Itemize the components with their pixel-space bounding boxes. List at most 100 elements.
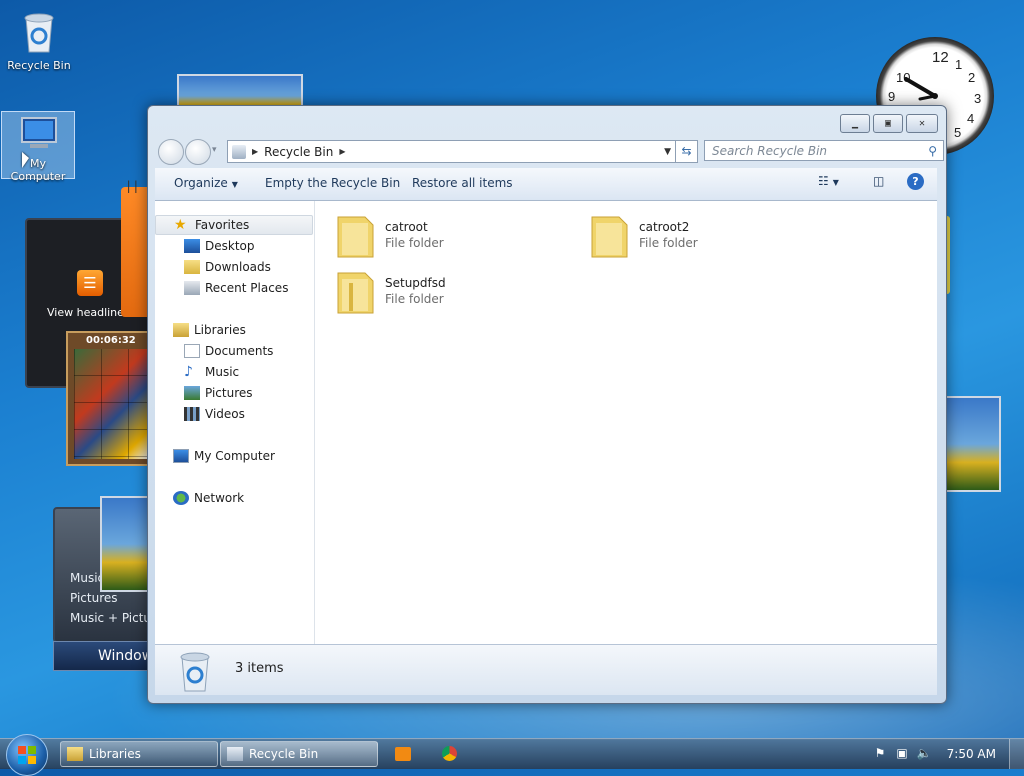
view-options-button[interactable]: ☷ ▼: [818, 174, 839, 188]
network-tray-icon[interactable]: ▣: [894, 746, 910, 762]
search-input[interactable]: Search Recycle Bin ⚲: [704, 140, 944, 161]
nav-libraries[interactable]: Libraries: [155, 320, 331, 340]
slideshow-gadget-small[interactable]: [100, 496, 152, 592]
file-item[interactable]: Setupdfsd File folder: [320, 262, 550, 314]
item-count: 3 items: [235, 661, 284, 676]
media-center-title-bar[interactable]: Windows Media Center: [53, 641, 153, 671]
nav-label: Downloads: [205, 260, 271, 274]
desktop-icon-my-computer[interactable]: My Computer: [1, 111, 75, 183]
file-name: catroot2: [639, 220, 690, 234]
preview-pane-button[interactable]: ◫: [873, 174, 884, 188]
nav-label: Desktop: [205, 239, 255, 253]
picture-puzzle-gadget[interactable]: 00:06:32: [66, 331, 152, 466]
recycle-bin-icon: [3, 10, 75, 57]
media-center-title: Windows Media Center: [98, 648, 150, 664]
search-icon[interactable]: ⚲: [928, 141, 937, 162]
minimize-button[interactable]: ▁: [840, 114, 870, 133]
folder-icon: [335, 269, 375, 318]
media-center-item[interactable]: Pictures: [70, 591, 118, 605]
nav-my-computer[interactable]: My Computer: [155, 446, 331, 466]
star-icon: ★: [174, 217, 187, 233]
music-icon: ♪: [184, 364, 193, 380]
nav-label: Recent Places: [205, 281, 289, 295]
nav-recent-places[interactable]: Recent Places: [155, 278, 342, 298]
rss-icon: ☰: [77, 270, 103, 296]
clock-number: 10: [896, 70, 910, 85]
empty-recycle-bin-button[interactable]: Empty the Recycle Bin: [265, 176, 400, 190]
address-bar[interactable]: ▶ Recycle Bin ▶ ▼: [227, 140, 676, 163]
volume-icon[interactable]: 🔈: [916, 746, 932, 762]
slideshow-gadget-right[interactable]: [945, 396, 1001, 492]
recent-places-icon: [184, 281, 200, 295]
command-bar: Organize ▼ Empty the Recycle Bin Restore …: [155, 168, 937, 201]
media-player-icon[interactable]: [395, 747, 411, 761]
nav-music[interactable]: ♪ Music: [155, 362, 342, 382]
nav-downloads[interactable]: Downloads: [155, 257, 342, 277]
file-type: File folder: [639, 236, 698, 250]
forward-button[interactable]: [185, 139, 211, 165]
help-button[interactable]: ?: [907, 173, 924, 190]
videos-icon: [184, 407, 200, 421]
refresh-button[interactable]: ⇆: [675, 140, 698, 163]
restore-all-items-button[interactable]: Restore all items: [412, 176, 513, 190]
close-button[interactable]: ✕: [906, 114, 938, 133]
nav-label: Pictures: [205, 386, 253, 400]
file-list: catroot File folder catroot2 File folder…: [315, 201, 937, 644]
help-icon: ?: [912, 175, 919, 188]
file-type: File folder: [385, 292, 444, 306]
nav-label: Favorites: [195, 218, 250, 232]
breadcrumb-segment[interactable]: Recycle Bin: [264, 145, 333, 159]
clock-number: 4: [967, 111, 974, 126]
window-caption-buttons: ▁ ▣ ✕: [840, 114, 938, 133]
computer-icon: [2, 116, 74, 155]
recycle-bin-small-icon: [227, 747, 243, 761]
address-dropdown-icon[interactable]: ▼: [664, 147, 671, 157]
nav-documents[interactable]: Documents: [155, 341, 342, 361]
nav-favorites[interactable]: ★ Favorites: [155, 215, 313, 235]
back-button[interactable]: [158, 139, 184, 165]
file-name: catroot: [385, 220, 428, 234]
windows-logo-icon: [18, 746, 36, 764]
recycle-bin-large-icon: [177, 649, 213, 696]
maximize-button[interactable]: ▣: [873, 114, 903, 133]
file-item[interactable]: catroot2 File folder: [574, 206, 804, 258]
nav-label: Music: [205, 365, 240, 379]
clock-number: 9: [888, 89, 895, 104]
taskbar-button-libraries[interactable]: Libraries: [60, 741, 218, 767]
chrome-icon[interactable]: [442, 746, 457, 761]
nav-pictures[interactable]: Pictures: [155, 383, 342, 403]
chevron-down-icon: ▼: [231, 180, 238, 189]
search-placeholder: Search Recycle Bin: [712, 144, 828, 158]
explorer-window[interactable]: ▁ ▣ ✕ ▾ ▶ Recycle Bin ▶ ▼ ⇆ Search Recyc…: [147, 105, 947, 704]
nav-videos[interactable]: Videos: [155, 404, 342, 424]
media-center-item[interactable]: Music + Pictures: [70, 611, 150, 625]
start-button[interactable]: [6, 734, 48, 776]
show-desktop-button[interactable]: [1009, 739, 1024, 769]
taskbar-button-recycle-bin[interactable]: Recycle Bin: [220, 741, 378, 767]
taskbar-button-label: Libraries: [89, 747, 141, 761]
clock-number: 1: [955, 57, 962, 72]
taskbar-button-label: Recycle Bin: [249, 747, 319, 761]
breadcrumb-arrow-icon[interactable]: ▶: [252, 147, 258, 156]
taskbar-clock[interactable]: 7:50 AM: [947, 747, 996, 761]
recent-pages-dropdown-icon[interactable]: ▾: [212, 145, 217, 155]
file-item[interactable]: catroot File folder: [320, 206, 550, 258]
nav-network[interactable]: Network: [155, 488, 331, 508]
nav-desktop[interactable]: Desktop: [155, 236, 342, 256]
clock-number: 2: [968, 70, 975, 85]
desktop-icon-label: Recycle Bin: [7, 59, 71, 72]
content-area: ★ Favorites Desktop Downloads Recent Pla…: [155, 201, 937, 644]
breadcrumb-arrow-icon[interactable]: ▶: [339, 147, 345, 156]
organize-button[interactable]: Organize ▼: [174, 176, 238, 190]
clock-number: 12: [932, 49, 949, 66]
nav-label: Videos: [205, 407, 245, 421]
maximize-icon: ▣: [884, 118, 892, 129]
documents-icon: [184, 344, 200, 358]
action-center-flag-icon[interactable]: ⚑: [872, 746, 888, 762]
mouse-cursor-icon: [22, 152, 29, 168]
pictures-icon: [184, 386, 200, 400]
minimize-icon: ▁: [851, 118, 859, 129]
organize-label: Organize: [174, 176, 228, 190]
desktop-icon-recycle-bin[interactable]: Recycle Bin: [3, 6, 75, 72]
file-type: File folder: [385, 236, 444, 250]
